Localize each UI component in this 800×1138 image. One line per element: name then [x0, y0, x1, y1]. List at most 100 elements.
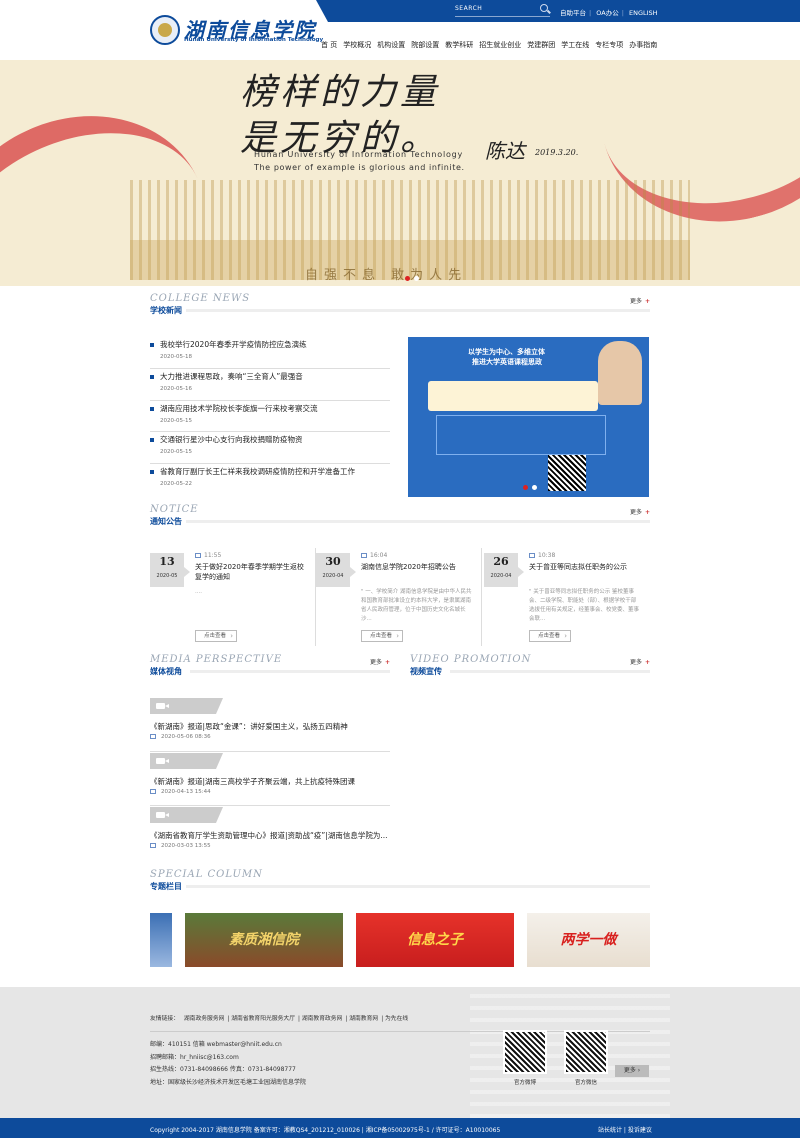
feature-dot-active[interactable]: [523, 485, 528, 490]
site-header: 湖南信息学院 Hunan University of Information T…: [0, 15, 800, 60]
media-heading: MEDIA PERSPECTIVE 媒体视角 更多 +: [150, 654, 390, 676]
college-news-more[interactable]: 更多 +: [630, 296, 650, 305]
list-item[interactable]: 省教育厅副厅长王仁祥来我校调研疫情防控和开学准备工作 2020-05-22: [150, 464, 390, 496]
friend-links: 友情链接： 湖南政务服务网 | 湖南省教育阳光服务大厅 | 湖南教育政务网 | 湖南教…: [150, 1016, 409, 1022]
search-icon[interactable]: [540, 4, 548, 12]
nav-teaching[interactable]: 教学科研: [445, 40, 473, 50]
weibo-qr: 官方微博: [501, 1030, 549, 1086]
qr-code-icon: [503, 1030, 547, 1074]
list-item[interactable]: 《新湖南》报道|思政“金课”：讲好爱国主义，弘扬五四精神 2020-05-06 …: [150, 697, 390, 752]
nav-party[interactable]: 党建群团: [527, 40, 555, 50]
nav-home[interactable]: 首 页: [321, 40, 337, 50]
friend-link[interactable]: 湖南教育政务网: [302, 1016, 343, 1022]
copyright-bar: Copyright 2004-2017 湖南信息学院 备案许可：湘教QS4_20…: [0, 1118, 800, 1138]
feature-dot[interactable]: [532, 485, 537, 490]
search-input[interactable]: SEARCH: [455, 4, 550, 17]
video-camera-icon: [156, 812, 169, 818]
banner-dot[interactable]: [414, 276, 419, 281]
video-more[interactable]: 更多 +: [630, 657, 650, 666]
media-list: 《新湖南》报道|思政“金课”：讲好爱国主义，弘扬五四精神 2020-05-06 …: [150, 697, 390, 861]
nav-departments[interactable]: 院部设置: [411, 40, 439, 50]
banner-en-line2: The power of example is glorious and inf…: [254, 163, 465, 172]
banner-calligraphy: 榜样的力量 是无穷的。: [240, 72, 441, 159]
banner-dot-active[interactable]: [405, 276, 410, 281]
notice-heading: NOTICE 通知公告 更多 +: [150, 504, 650, 526]
video-camera-icon: [156, 757, 169, 764]
list-item[interactable]: 《新湖南》报道|湖南三高校学子齐聚云端，共上抗疫特殊团课 2020-04-13 …: [150, 752, 390, 806]
wechat-qr: 官方微信: [562, 1030, 610, 1086]
notice-view-button[interactable]: 点击查看: [361, 630, 403, 642]
video-camera-icon: [156, 703, 169, 709]
list-item[interactable]: 我校举行2020年春季开学疫情防控应急演练 2020-05-18: [150, 337, 390, 369]
friend-link[interactable]: 湖南省教育阳光服务大厅: [231, 1016, 295, 1022]
search-label: SEARCH: [455, 5, 483, 12]
nav-special[interactable]: 专栏专项: [595, 40, 623, 50]
feature-schedule-box: [436, 415, 606, 455]
site-footer: 友情链接： 湖南政务服务网 | 湖南省教育阳光服务大厅 | 湖南教育政务网 | 湖南教…: [0, 987, 800, 1118]
notice-more[interactable]: 更多 +: [630, 507, 650, 516]
feature-speaker-photo: [598, 341, 642, 405]
footer-more-button[interactable]: 更多 ›: [615, 1065, 649, 1077]
contact-info: 邮编：410151 信箱 webmaster@hniit.edu.cn 招聘邮箱…: [150, 1041, 307, 1086]
news-feature-image[interactable]: 以学生为中心、多维立体 推进大学英语课程思政: [408, 337, 649, 497]
top-links: 自助平台 | OA办公 | ENGLISH: [560, 9, 658, 17]
qr-code-icon: [564, 1030, 608, 1074]
stats-links[interactable]: 站长统计 | 投诉建议: [598, 1125, 652, 1134]
calendar-icon: [361, 553, 367, 558]
calendar-icon: [150, 734, 156, 739]
calendar-icon: [150, 788, 156, 794]
logo-en: Hunan University of Information Technolo…: [184, 37, 324, 43]
list-item[interactable]: 交通银行星沙中心支行向我校捐赠防疫物资 2020-05-15: [150, 432, 390, 465]
notice-card[interactable]: 13 2020-05 11:55 关于做好2020年春季学期学生返校复学的通知 …: [150, 548, 316, 646]
banner-motto: 自强不息 敢为人先: [305, 268, 468, 283]
top-bar: SEARCH 自助平台 | OA办公 | ENGLISH: [0, 0, 800, 24]
notice-list: 13 2020-05 11:55 关于做好2020年春季学期学生返校复学的通知 …: [150, 548, 650, 648]
news-list: 我校举行2020年春季开学疫情防控应急演练 2020-05-18 大力推进课程思政…: [150, 337, 390, 496]
hero-banner: 榜样的力量 是无穷的。 陈达 2019.3.20. Hunan Universit…: [0, 60, 800, 286]
list-item[interactable]: 《湖南省教育厅学生资助管理中心》报道|资助战“疫”|湖南信息学院为... 202…: [150, 806, 390, 861]
link-oa[interactable]: OA办公: [596, 9, 618, 17]
banner-date: 2019.3.20.: [535, 148, 579, 157]
main-nav: 首 页 学校概况 机构设置 院部设置 教学科研 招生就业创业 党建群团 学工在线…: [321, 40, 663, 50]
feature-headline-2: 推进大学英语课程思政: [472, 358, 542, 366]
copyright-text: Copyright 2004-2017 湖南信息学院 备案许可：湘教QS4_20…: [150, 1127, 501, 1134]
special-banner[interactable]: 两学一做: [527, 913, 650, 967]
special-column-carousel: 素质湘信院 信息之子 两学一做: [150, 913, 650, 967]
feature-headline-1: 以学生为中心、多维立体: [468, 348, 545, 356]
calendar-icon: [150, 843, 156, 848]
notice-view-button[interactable]: 点击查看: [195, 630, 237, 642]
school-seal-icon: [150, 15, 180, 45]
list-item[interactable]: 大力推进课程思政，奏响“三全育人”最强音 2020-05-16: [150, 369, 390, 401]
video-heading: VIDEO PROMOTION 视频宣传 更多 +: [410, 654, 650, 676]
calendar-icon: [195, 553, 201, 558]
calendar-icon: [529, 553, 535, 558]
nav-admissions[interactable]: 招生就业创业: [479, 40, 521, 50]
video-tag: [150, 698, 223, 714]
friend-link[interactable]: 湖南政务服务网: [184, 1016, 225, 1022]
special-heading: SPECIAL COLUMN 专题栏目: [150, 869, 650, 897]
video-tag: [150, 807, 223, 823]
link-self-service[interactable]: 自助平台: [560, 9, 586, 17]
friend-link[interactable]: 湖南教育网: [349, 1016, 378, 1022]
nav-organization[interactable]: 机构设置: [377, 40, 405, 50]
media-more[interactable]: 更多 +: [370, 657, 390, 666]
special-banner[interactable]: 信息之子: [356, 913, 514, 967]
notice-card[interactable]: 30 2020-04 16:04 湖南信息学院2020年招聘公告 " 一、学校简…: [316, 548, 482, 646]
banner-signature: 陈达: [485, 139, 525, 163]
notice-view-button[interactable]: 点击查看: [529, 630, 571, 642]
college-news-heading: COLLEGE NEWS 学校新闻 更多 +: [150, 293, 650, 315]
nav-student-affairs[interactable]: 学工在线: [561, 40, 589, 50]
notice-card[interactable]: 26 2020-04 10:38 关于曾亚等同志拟任职务的公示 " 关于曾亚等同…: [484, 548, 644, 646]
special-banner-partial[interactable]: [150, 913, 172, 967]
list-item[interactable]: 湖南应用技术学院校长李旋旗一行来校考察交流 2020-05-15: [150, 401, 390, 433]
link-english[interactable]: ENGLISH: [629, 9, 658, 17]
nav-overview[interactable]: 学校概况: [343, 40, 371, 50]
friend-link[interactable]: 为先在线: [385, 1016, 408, 1022]
feature-info-board: [428, 381, 598, 411]
site-logo[interactable]: 湖南信息学院 Hunan University of Information T…: [150, 15, 324, 53]
feature-qr-code: [548, 455, 586, 491]
banner-en-line1: Hunan University of Information Technolo…: [254, 150, 464, 159]
video-tag: [150, 752, 223, 769]
nav-guide[interactable]: 办事指南: [629, 40, 657, 50]
special-banner[interactable]: 素质湘信院: [185, 913, 343, 967]
